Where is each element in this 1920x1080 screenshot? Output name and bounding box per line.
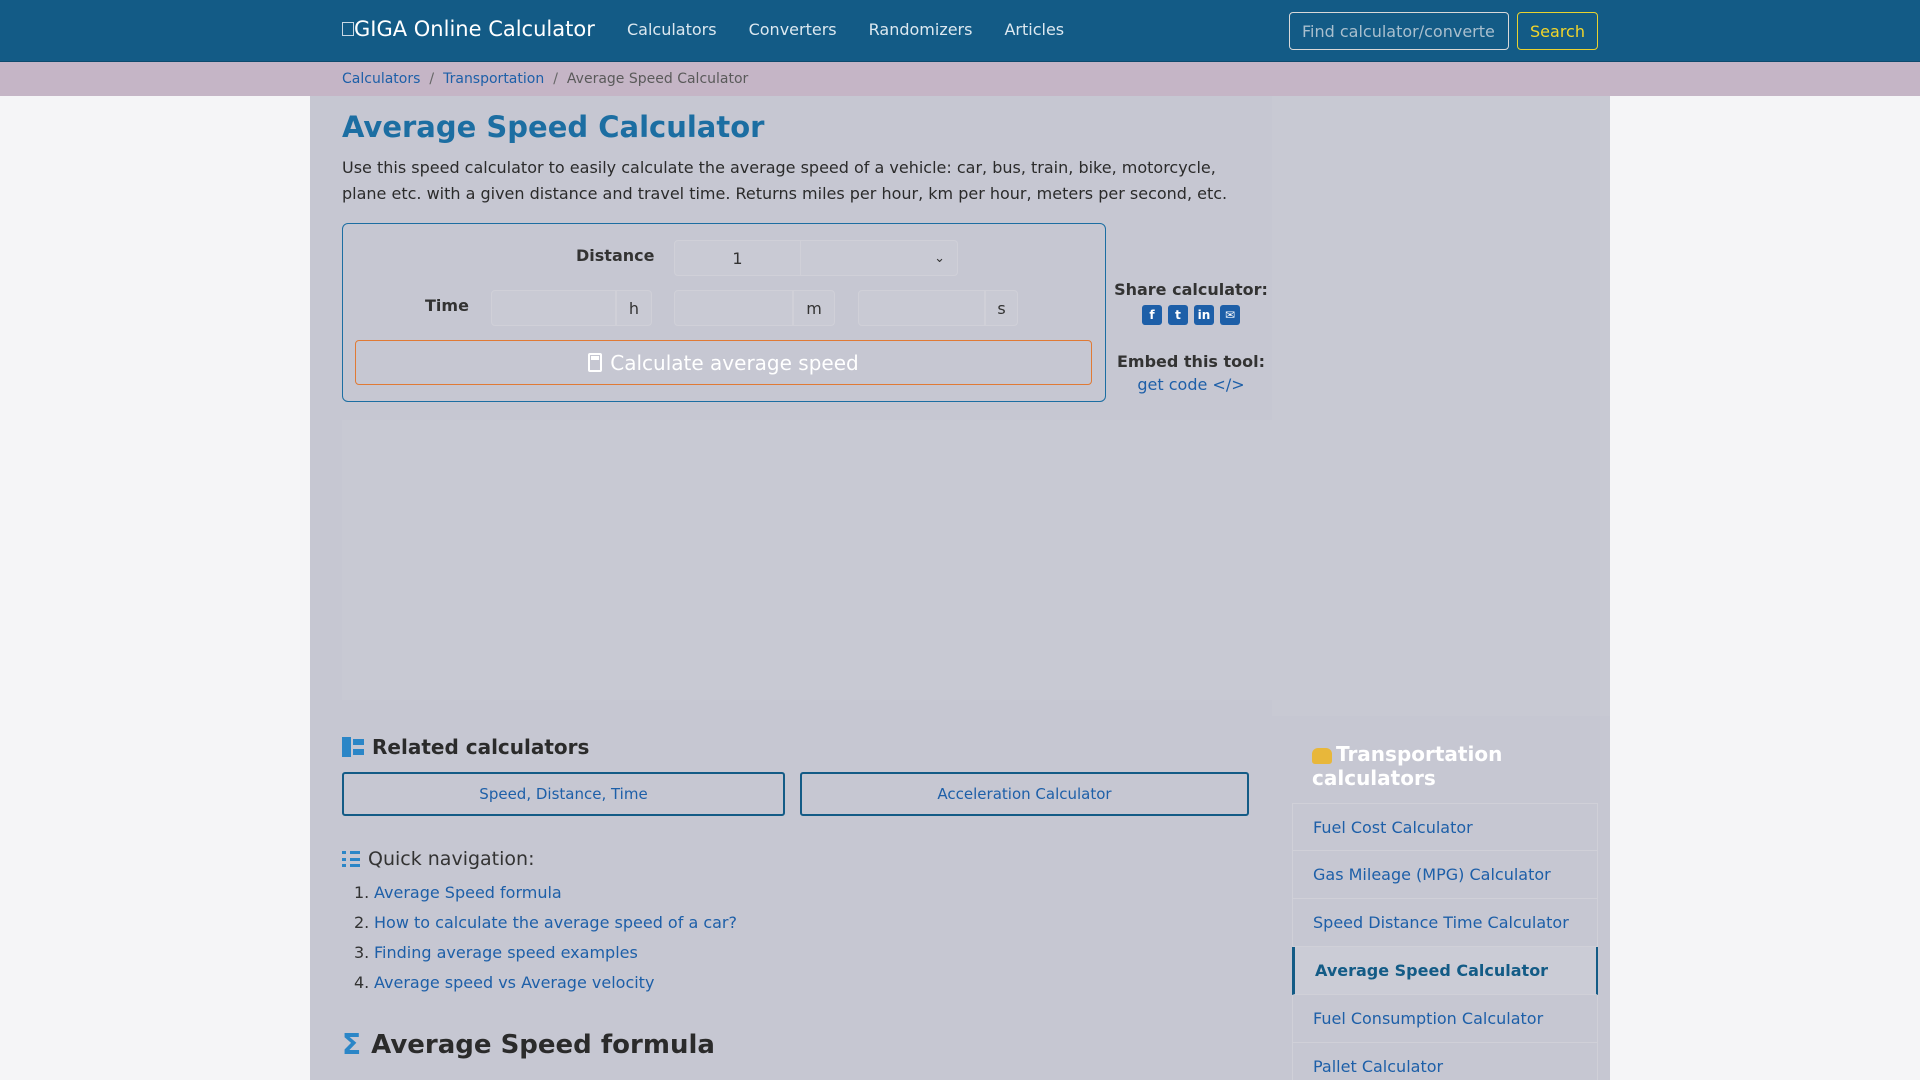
chevron-down-icon: ⌄: [934, 251, 945, 266]
distance-label: Distance: [576, 246, 655, 265]
page-intro: Use this speed calculator to easily calc…: [342, 158, 1228, 203]
facebook-icon[interactable]: f: [1142, 305, 1162, 325]
seconds-unit-addon: s: [985, 290, 1018, 326]
sidebar-item-fuel-consumption[interactable]: Fuel Consumption Calculator: [1292, 995, 1598, 1043]
quick-navigation-list: 1. Average Speed formula 2. How to calcula…: [354, 883, 737, 1003]
sidebar-item-average-speed[interactable]: Average Speed Calculator: [1292, 947, 1598, 995]
get-code-link[interactable]: get code </>: [1106, 375, 1276, 394]
search-button[interactable]: Search: [1517, 12, 1598, 50]
hours-input[interactable]: [491, 290, 616, 326]
car-icon: [1312, 747, 1332, 764]
nav-articles[interactable]: Articles: [1004, 20, 1064, 39]
nav-randomizers[interactable]: Randomizers: [869, 20, 973, 39]
list-item: 1. Average Speed formula: [354, 883, 737, 913]
distance-unit-select[interactable]: ⌄: [801, 240, 958, 276]
calculator-form: Distance ⌄ Time h m s Calculate average …: [342, 223, 1106, 402]
sidebar-list: Fuel Cost Calculator Gas Mileage (MPG) C…: [1292, 803, 1598, 1080]
brand-name: GIGA Online Calculator: [354, 17, 595, 41]
calculate-button[interactable]: Calculate average speed: [355, 340, 1092, 385]
breadcrumb-calculators[interactable]: Calculators: [342, 71, 420, 87]
breadcrumb: Calculators / Transportation / Average S…: [342, 71, 748, 87]
list-icon: [342, 851, 360, 867]
calculator-icon: [588, 353, 603, 372]
content-ad-area: [342, 420, 1272, 700]
sidebar-item-gas-mileage[interactable]: Gas Mileage (MPG) Calculator: [1292, 851, 1598, 899]
related-calculators-heading: Related calculators: [342, 735, 589, 759]
breadcrumb-separator: /: [553, 71, 558, 87]
formula-heading: Σ Average Speed formula: [342, 1028, 715, 1061]
page-gutter-right: [1610, 96, 1920, 1080]
related-speed-distance-time-button[interactable]: Speed, Distance, Time: [342, 772, 785, 816]
quick-nav-link[interactable]: Average speed vs Average velocity: [374, 973, 654, 1003]
list-item: 4. Average speed vs Average velocity: [354, 973, 737, 1003]
sitemap-icon: [342, 737, 364, 757]
search-input[interactable]: [1289, 12, 1509, 50]
breadcrumb-current: Average Speed Calculator: [566, 71, 749, 87]
sidebar-title: Transportation calculators: [1312, 742, 1592, 790]
brand-logo-icon: [342, 22, 354, 36]
linkedin-icon[interactable]: in: [1194, 305, 1214, 325]
list-item: 2. How to calculate the average speed of …: [354, 913, 737, 943]
distance-input[interactable]: [674, 240, 801, 276]
seconds-input[interactable]: [858, 290, 985, 326]
quick-navigation-heading: Quick navigation:: [342, 848, 534, 870]
page-gutter-left: [0, 96, 310, 1080]
share-label: Share calculator:: [1114, 280, 1268, 299]
share-icons: f t in ✉: [1106, 305, 1276, 325]
quick-nav-link[interactable]: Finding average speed examples: [374, 943, 638, 973]
related-calculators-title: Related calculators: [372, 735, 590, 759]
brand-logo-link[interactable]: GIGA Online Calculator: [342, 17, 595, 41]
breadcrumb-bar: Calculators / Transportation / Average S…: [0, 62, 1920, 96]
sigma-icon: Σ: [342, 1028, 362, 1061]
sidebar-ad-area: [1272, 96, 1610, 716]
embed-panel: Embed this tool: get code </>: [1106, 352, 1276, 394]
quick-nav-link[interactable]: How to calculate the average speed of a …: [374, 913, 737, 943]
main-nav: Calculators Converters Randomizers Artic…: [627, 20, 1064, 39]
twitter-icon[interactable]: t: [1168, 305, 1188, 325]
top-navbar: GIGA Online Calculator Calculators Conve…: [0, 0, 1920, 62]
email-icon[interactable]: ✉: [1220, 305, 1240, 325]
breadcrumb-separator: /: [429, 71, 435, 87]
list-item: 3. Finding average speed examples: [354, 943, 737, 973]
calculate-button-label: Calculate average speed: [610, 350, 859, 375]
time-label: Time: [425, 296, 469, 315]
formula-title: Average Speed formula: [371, 1029, 715, 1060]
sidebar-title-text: Transportation calculators: [1312, 742, 1503, 790]
minutes-input[interactable]: [674, 290, 793, 326]
nav-calculators[interactable]: Calculators: [627, 20, 717, 39]
sidebar-item-fuel-cost[interactable]: Fuel Cost Calculator: [1292, 803, 1598, 851]
quick-nav-link[interactable]: Average Speed formula: [374, 883, 562, 913]
embed-label: Embed this tool:: [1116, 352, 1266, 371]
minutes-unit-addon: m: [793, 290, 835, 326]
related-acceleration-button[interactable]: Acceleration Calculator: [800, 772, 1249, 816]
sidebar-item-pallet[interactable]: Pallet Calculator: [1292, 1043, 1598, 1080]
nav-converters[interactable]: Converters: [749, 20, 837, 39]
breadcrumb-transportation[interactable]: Transportation: [443, 71, 544, 87]
hours-unit-addon: h: [616, 290, 652, 326]
quick-navigation-title: Quick navigation:: [368, 848, 535, 870]
page-title: Average Speed Calculator: [342, 110, 765, 144]
share-panel: Share calculator: f t in ✉: [1106, 280, 1276, 325]
sidebar-item-speed-distance-time[interactable]: Speed Distance Time Calculator: [1292, 899, 1598, 947]
